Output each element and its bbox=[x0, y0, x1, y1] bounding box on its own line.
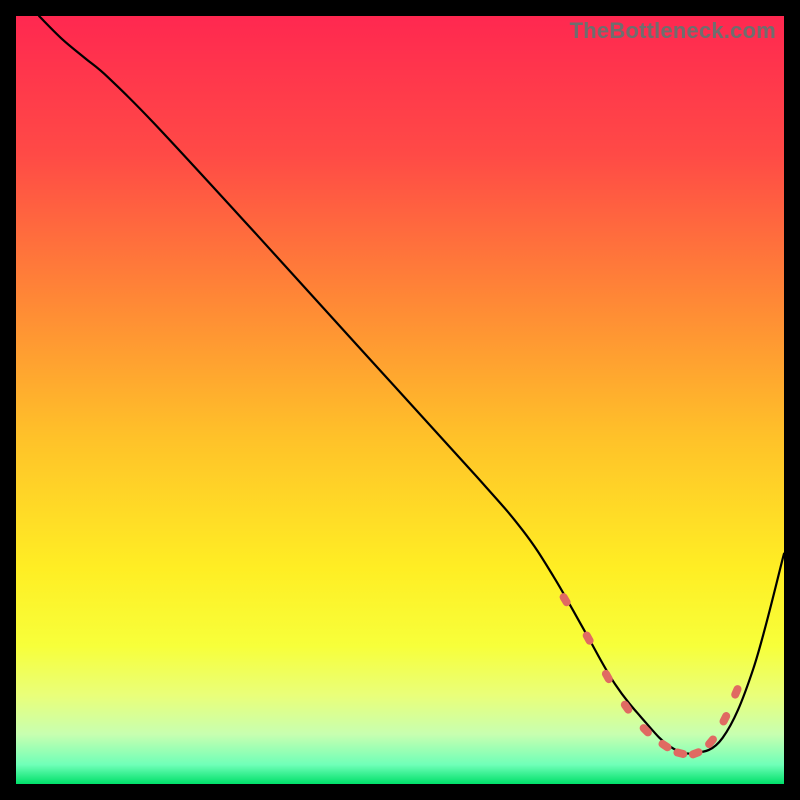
watermark-text: TheBottleneck.com bbox=[570, 18, 776, 44]
chart-svg bbox=[16, 16, 784, 784]
chart-plot-area bbox=[16, 16, 784, 784]
gradient-background bbox=[16, 16, 784, 784]
chart-frame: TheBottleneck.com bbox=[16, 16, 784, 784]
